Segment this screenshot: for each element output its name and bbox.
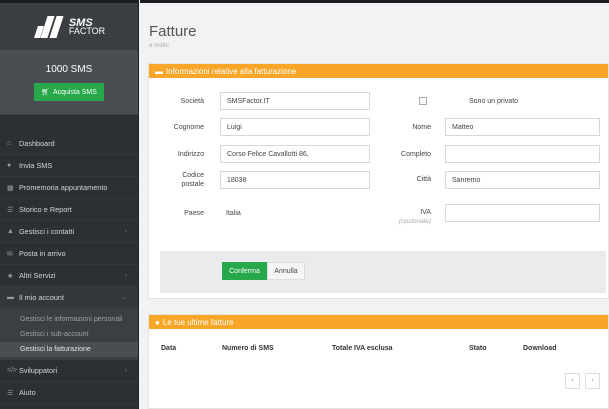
user-icon: ▲ <box>7 228 14 235</box>
buy-sms-button[interactable]: 🛒︎ Acquista SMS <box>34 83 104 101</box>
sidebar-nav: ⌂ Dashboard ● Invia SMS ▦ Promemoria app… <box>0 133 138 404</box>
nome-label: Nome <box>412 124 431 131</box>
invoices-panel-header: ● Le tue ultime fatture <box>149 315 608 329</box>
paese-value: Italia <box>226 210 241 217</box>
codice-postale-input[interactable]: 18038 <box>220 171 370 189</box>
chevron-left-icon: ‹ <box>125 272 127 279</box>
calendar-icon: ▦ <box>7 184 14 192</box>
private-checkbox[interactable] <box>419 97 427 105</box>
column-header-download[interactable]: Download <box>523 345 556 352</box>
societa-label: Società <box>180 98 204 105</box>
nome-input[interactable]: Matteo <box>445 118 600 136</box>
chat-icon: ● <box>7 162 12 169</box>
cart-icon: ● <box>155 317 160 327</box>
sidebar-item-aiuto[interactable]: ☰ Aiuto <box>0 382 138 404</box>
completo-input[interactable] <box>445 145 600 163</box>
account-subnav: Gestisci le informazioni personali Gesti… <box>0 309 138 360</box>
subnav-item-personal-info[interactable]: Gestisci le informazioni personali <box>0 312 138 327</box>
column-header-sms[interactable]: Numero di SMS <box>222 345 274 352</box>
sidebar-item-promemoria[interactable]: ▦ Promemoria appuntamento <box>0 177 138 199</box>
subnav-item-sub-accounts[interactable]: Gestisci i sub-account <box>0 327 138 342</box>
sms-credit-count: 1000 SMS <box>45 64 93 75</box>
star-icon: ★ <box>7 272 14 280</box>
next-page-button[interactable]: › <box>585 373 600 389</box>
form-actions: Conferma Annulla <box>160 251 606 293</box>
completo-label: Completo <box>401 151 431 158</box>
confirm-button[interactable]: Conferma <box>222 262 267 280</box>
indirizzo-input[interactable]: Corso Felice Cavallotti 86, <box>220 145 370 163</box>
card-icon: ▬ <box>7 294 14 301</box>
logo-text-factor: FACTOR <box>68 25 106 36</box>
chevron-left-icon: ‹ <box>125 367 127 374</box>
invoices-panel: ● Le tue ultime fatture Data Numero di S… <box>148 314 609 409</box>
code-icon: </> <box>7 367 18 374</box>
chevron-down-icon: ⌄ <box>121 295 127 301</box>
sidebar-item-contatti[interactable]: ▲ Gestisci i contatti ‹ <box>0 221 138 243</box>
page-subtitle: e ordini <box>149 43 169 49</box>
mail-icon: ✉ <box>7 250 13 258</box>
citta-label: Città <box>416 176 431 183</box>
column-header-data[interactable]: Data <box>161 345 176 352</box>
sidebar-item-account[interactable]: ▬ Il mio account ⌄ <box>0 287 138 309</box>
iva-input[interactable] <box>445 204 600 222</box>
billing-panel-header: ▬ Informazioni relative alla fatturazion… <box>149 64 608 78</box>
column-header-total[interactable]: Totale IVA esclusa <box>332 345 393 352</box>
column-header-stato[interactable]: Stato <box>469 345 487 352</box>
chevron-left-icon: ‹ <box>125 228 127 235</box>
paese-label: Paese <box>184 210 204 217</box>
billing-panel: ▬ Informazioni relative alla fatturazion… <box>148 63 609 299</box>
logo[interactable]: SMS FACTOR <box>0 0 138 50</box>
iva-label: IVA (opzionale) <box>398 209 431 225</box>
sidebar-item-dashboard[interactable]: ⌂ Dashboard <box>0 133 138 155</box>
cancel-button[interactable]: Annulla <box>267 262 305 280</box>
list-icon: ☰ <box>7 206 14 214</box>
sidebar-item-posta[interactable]: ✉ Posta in arrivo <box>0 243 138 265</box>
sidebar-item-sviluppatori[interactable]: </> Sviluppatori ‹ <box>0 360 138 382</box>
sidebar-item-storico[interactable]: ☰ Storico e Report <box>0 199 138 221</box>
codice-postale-label: Codice postale <box>181 172 204 188</box>
logo-icon <box>33 15 64 38</box>
citta-input[interactable]: Sanremo <box>445 171 600 189</box>
cognome-label: Cognome <box>173 124 204 131</box>
sidebar: SMS FACTOR 1000 SMS 🛒︎ Acquista SMS ⌂ Da… <box>0 0 139 409</box>
cart-icon: 🛒︎ <box>41 89 50 96</box>
prev-page-button[interactable]: ‹ <box>565 373 580 389</box>
credits-box: 1000 SMS 🛒︎ Acquista SMS <box>0 50 138 115</box>
subnav-item-billing[interactable]: Gestisci la fatturazione <box>0 342 138 357</box>
societa-input[interactable]: SMSFactor.IT <box>220 92 370 110</box>
home-icon: ⌂ <box>7 140 12 147</box>
card-icon: ▬ <box>155 66 163 76</box>
help-icon: ☰ <box>7 389 14 397</box>
sidebar-item-altri-servizi[interactable]: ★ Altri Servizi ‹ <box>0 265 138 287</box>
sidebar-item-invia-sms[interactable]: ● Invia SMS <box>0 155 138 177</box>
page-title: Fatture <box>149 23 197 40</box>
cognome-input[interactable]: Luigi <box>220 118 370 136</box>
private-label: Sono un privato <box>469 98 519 105</box>
indirizzo-label: Indirizzo <box>177 151 204 158</box>
main-content: Fatture e ordini ▬ Informazioni relative… <box>140 0 609 409</box>
